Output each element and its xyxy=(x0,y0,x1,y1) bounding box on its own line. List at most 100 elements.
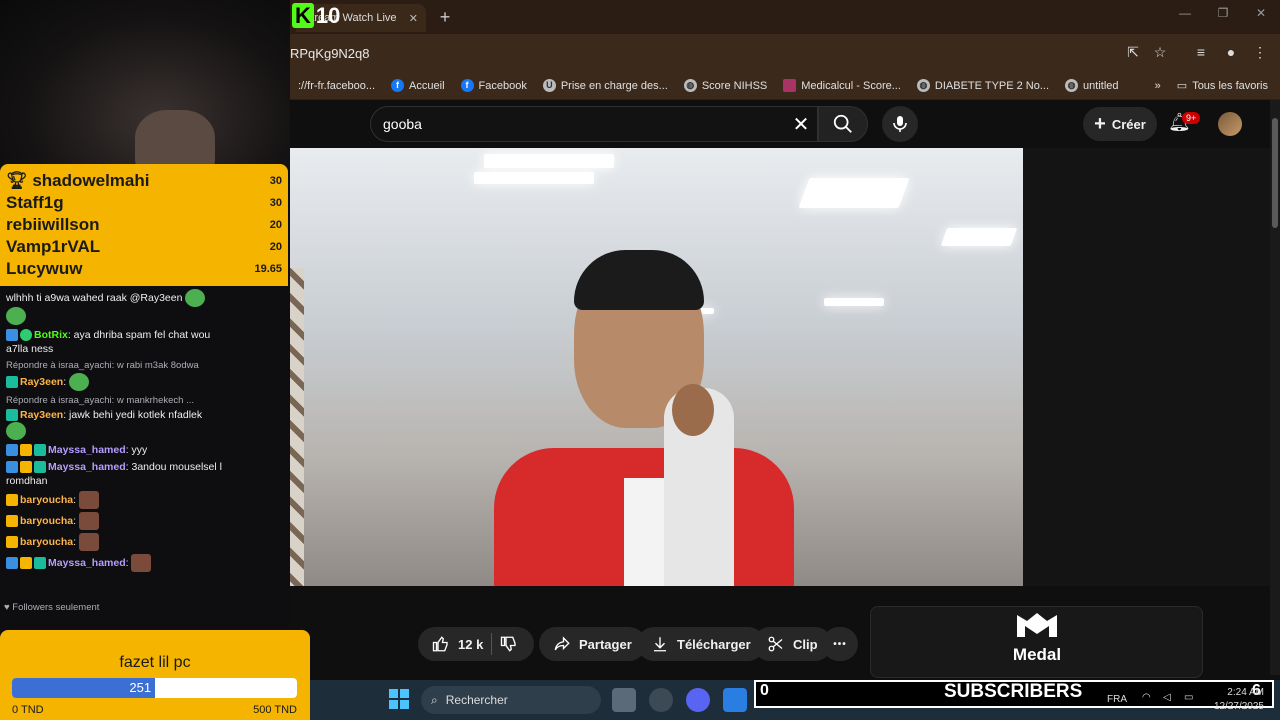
microphone-icon xyxy=(893,116,907,132)
chat-message: baryoucha: xyxy=(6,533,224,551)
download-button[interactable]: Télécharger xyxy=(637,627,765,661)
video-player[interactable] xyxy=(244,148,1023,586)
discord-icon[interactable] xyxy=(686,688,710,712)
search-input[interactable]: gooba xyxy=(370,106,818,142)
thumbs-down-icon[interactable] xyxy=(500,635,518,653)
bookmark-item[interactable]: ://fr-fr.faceboo... xyxy=(290,80,383,92)
leaderboard-row: Vamp1rVAL 20 xyxy=(6,237,282,256)
bookmark-item[interactable]: U Prise en charge des... xyxy=(535,79,676,92)
trophy-icon: 🏆︎ xyxy=(6,171,28,190)
search-icon: ⌕ xyxy=(431,692,438,707)
reply-reference[interactable]: Répondre à israa_ayachi: w rabi m3ak 8od… xyxy=(6,359,224,373)
account-avatar[interactable] xyxy=(1218,112,1242,136)
chat-message: Mayssa_hamed: 3andou mouselsel l romdhan xyxy=(6,461,222,487)
subscribers-label: SUBSCRIBERS xyxy=(944,681,1083,702)
app-icon[interactable] xyxy=(649,688,673,712)
ceiling-light xyxy=(484,154,614,168)
subscribers-count: 0 xyxy=(760,682,769,699)
frog-emote xyxy=(6,307,26,325)
share-icon xyxy=(554,636,570,651)
search-button[interactable] xyxy=(818,106,868,142)
chat-messages[interactable]: wlhhh ti a9wa wahed raak @Ray3een BotRix… xyxy=(0,286,230,631)
face-emote xyxy=(78,533,99,551)
notification-badge: 9+ xyxy=(1182,112,1201,124)
followers-only-notice: ♥ Followers seulement xyxy=(4,602,100,613)
badge-icon xyxy=(6,444,18,457)
url-field[interactable]: RPqKg9N2q8 xyxy=(290,46,370,61)
site-icon: U xyxy=(542,79,556,92)
globe-icon: ◍ xyxy=(1065,79,1079,92)
chat-message: wlhhh ti a9wa wahed raak @Ray3een xyxy=(6,289,224,325)
crown-icon xyxy=(6,515,18,527)
goal-progress-bar: 251 xyxy=(12,678,297,698)
badge-icon xyxy=(34,557,46,569)
bookmark-item[interactable]: f Facebook xyxy=(453,79,535,92)
goal-min-label: 0 TND xyxy=(12,704,44,716)
badge-icon xyxy=(6,557,18,569)
leaderboard-row: Lucywuw 19.65 xyxy=(6,259,282,278)
site-icon xyxy=(783,79,797,92)
voice-search-button[interactable] xyxy=(882,106,918,142)
create-button[interactable]: + Créer xyxy=(1083,107,1157,141)
badge-icon xyxy=(6,409,18,422)
reply-reference[interactable]: Répondre à israa_ayachi: w mankrhekech .… xyxy=(6,394,224,408)
new-tab-button[interactable]: + xyxy=(434,6,456,28)
system-clock[interactable]: 2:24 AM 12/27/2025 xyxy=(1208,686,1264,714)
tab-close-icon[interactable]: ✕ xyxy=(409,12,418,25)
menu-kebab-icon[interactable]: ⋮ xyxy=(1249,44,1271,61)
heart-icon: ♥ xyxy=(4,602,10,613)
leaderboard-row: 🏆︎ shadowelmahi 30 xyxy=(6,171,282,190)
profile-avatar-icon[interactable]: ● xyxy=(1220,44,1242,60)
share-button[interactable]: Partager xyxy=(539,627,646,661)
medal-m-icon xyxy=(1017,613,1057,637)
bookmark-star-icon[interactable]: ☆ xyxy=(1149,44,1171,61)
clear-search-icon[interactable]: ✕ xyxy=(788,112,814,137)
chat-message: baryoucha: xyxy=(6,512,224,530)
face-emote xyxy=(78,512,99,530)
donation-goal-widget: fazet lil pc 251 0 TND 500 TND xyxy=(0,630,310,720)
tip-leaderboard: 🏆︎ shadowelmahi 30 Staff1g 30 rebiiwills… xyxy=(0,164,288,286)
bookmark-item[interactable]: Medicalcul - Score... xyxy=(775,79,909,92)
frog-emote xyxy=(6,422,26,440)
bookmark-item[interactable]: ◍ Score NIHSS xyxy=(676,79,775,92)
badge-icon xyxy=(6,376,18,388)
facebook-icon: f xyxy=(391,79,405,92)
ceiling-light xyxy=(940,228,1018,246)
chat-message: BotRix: aya dhriba spam fel chat wou a7l… xyxy=(6,329,211,355)
bookmarks-more-button[interactable]: » xyxy=(1147,80,1169,92)
media-control-icon[interactable]: ≡ xyxy=(1190,44,1212,60)
thumbs-up-icon xyxy=(432,636,448,652)
battery-icon[interactable]: ▭ xyxy=(1184,692,1193,703)
more-actions-button[interactable]: ••• xyxy=(822,627,858,661)
chat-message: Mayssa_hamed: yyy xyxy=(6,443,224,457)
volume-icon[interactable]: ◁ xyxy=(1163,692,1171,703)
bookmark-item[interactable]: ◍ untitled xyxy=(1057,79,1126,92)
task-view-icon[interactable] xyxy=(612,688,636,712)
ceiling-light xyxy=(474,172,594,184)
bookmark-item[interactable]: ◍ DIABETE TYPE 2 No... xyxy=(909,79,1057,92)
like-button[interactable]: 12 k xyxy=(432,635,483,653)
app-icon[interactable] xyxy=(723,688,747,712)
globe-icon: ◍ xyxy=(683,79,697,92)
leaderboard-row: rebiiwillson 20 xyxy=(6,215,282,234)
face-emote xyxy=(78,491,99,509)
install-app-icon[interactable]: ⇱ xyxy=(1122,44,1144,61)
windows-start-icon[interactable] xyxy=(389,689,409,714)
wifi-icon[interactable]: ◠ xyxy=(1142,692,1151,703)
clip-button[interactable]: Clip xyxy=(753,627,832,661)
bookmarks-bar: ://fr-fr.faceboo... f Accueil f Facebook U… xyxy=(290,72,1280,100)
language-indicator[interactable]: FRA xyxy=(1107,694,1127,705)
minimize-icon[interactable]: — xyxy=(1170,6,1200,20)
scrollbar-thumb[interactable] xyxy=(1272,118,1278,228)
chat-message: Répondre à israa_ayachi: w mankrhekech .… xyxy=(6,394,224,440)
medal-logo: Medal xyxy=(1008,610,1066,664)
crown-icon xyxy=(20,461,32,474)
taskbar-search[interactable]: ⌕ Rechercher xyxy=(421,686,601,714)
crown-icon xyxy=(6,536,18,548)
crown-icon xyxy=(20,444,32,457)
close-window-icon[interactable]: ✕ xyxy=(1246,6,1276,20)
all-favorites-button[interactable]: ▭ Tous les favoris xyxy=(1169,79,1276,93)
kick-counter: K 10 xyxy=(292,3,340,29)
maximize-icon[interactable]: ❐ xyxy=(1208,6,1238,20)
bookmark-item[interactable]: f Accueil xyxy=(383,79,452,92)
